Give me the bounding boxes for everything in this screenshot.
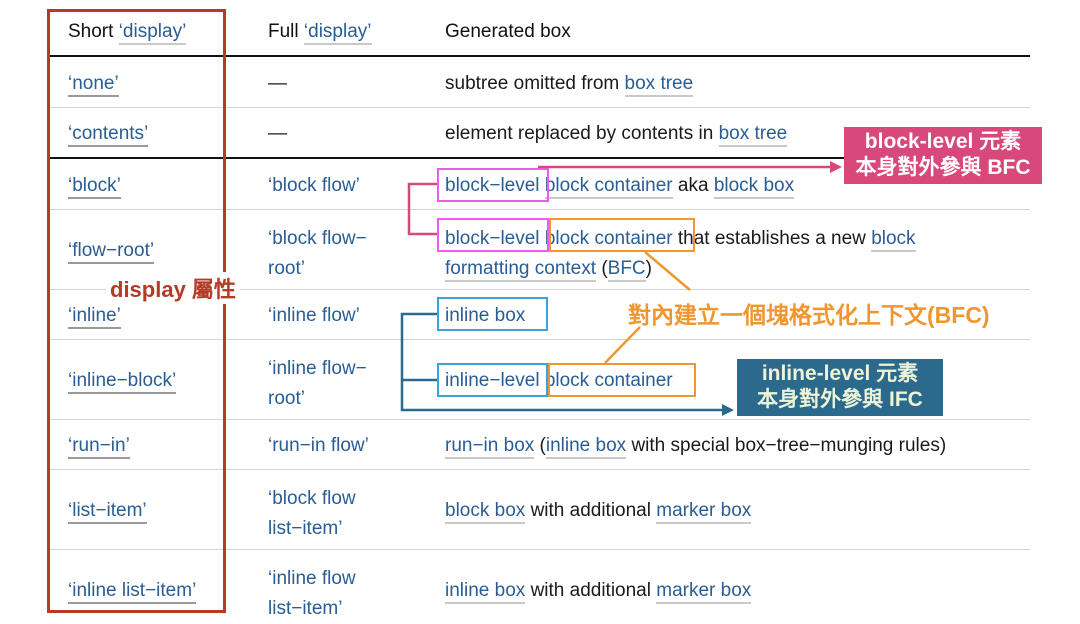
- block-level-callout: block-level 元素 本身對外參與 BFC: [844, 127, 1042, 184]
- inline-level-callout: inline-level 元素 本身對外參與 IFC: [737, 359, 943, 416]
- inline-level-arrow-line: [400, 380, 722, 412]
- inline-level-bracket: [400, 312, 437, 382]
- bfc-note-connector: [644, 251, 691, 291]
- inline-level-arrowhead: [722, 404, 734, 416]
- block-level-arrowhead: [830, 161, 842, 173]
- bfc-inside-note: 對內建立一個塊格式化上下文(BFC): [628, 302, 990, 328]
- bfc-note-connector: [604, 326, 641, 364]
- block-level-bracket: [407, 182, 437, 236]
